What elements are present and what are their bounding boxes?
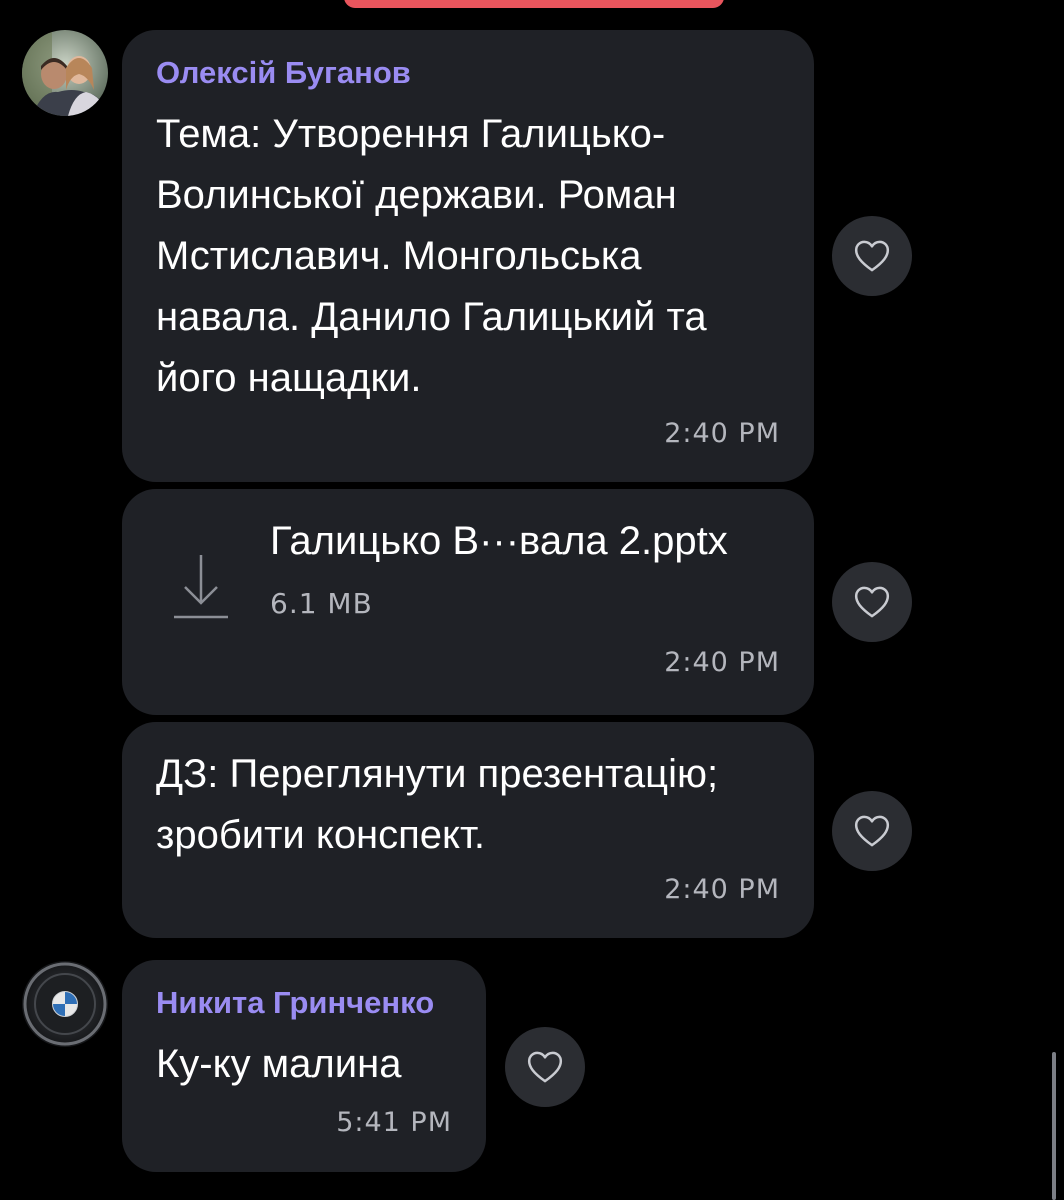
sender-name[interactable]: Олексій Буганов [156, 55, 411, 91]
file-size: 6.1 MB [270, 587, 373, 620]
message-text: Тема: Утворення Галицько-Волинської держ… [156, 112, 707, 400]
message-bubble[interactable]: ДЗ: Переглянути презентацію; зробити кон… [122, 722, 814, 938]
message-text: Ку-ку малина [156, 1042, 402, 1086]
message-timestamp: 2:40 PM [664, 418, 780, 449]
avatar-sender-2[interactable] [22, 961, 108, 1047]
avatar-sender-1[interactable] [22, 30, 108, 116]
reaction-button[interactable] [505, 1027, 585, 1107]
message-bubble[interactable]: Никита Гринченко Ку-ку малина 5:41 PM [122, 960, 486, 1172]
message-timestamp: 2:40 PM [664, 874, 780, 905]
scrollbar[interactable] [1052, 1052, 1056, 1200]
file-name[interactable]: Галицько В···вала 2.pptx [270, 519, 728, 564]
heart-icon [854, 586, 890, 618]
heart-icon [854, 815, 890, 847]
reaction-button[interactable] [832, 791, 912, 871]
reaction-button[interactable] [832, 562, 912, 642]
avatar-photo-icon [22, 30, 108, 116]
sender-name[interactable]: Никита Гринченко [156, 985, 434, 1021]
heart-icon [527, 1051, 563, 1083]
heart-icon [854, 240, 890, 272]
file-message-bubble[interactable]: Галицько В···вала 2.pptx 6.1 MB 2:40 PM [122, 489, 814, 715]
steering-wheel-logo-icon [22, 961, 108, 1047]
message-timestamp: 2:40 PM [664, 647, 780, 678]
top-pill-indicator [344, 0, 724, 8]
message-text: ДЗ: Переглянути презентацію; зробити кон… [156, 752, 719, 857]
reaction-button[interactable] [832, 216, 912, 296]
download-icon[interactable] [172, 551, 230, 621]
message-bubble[interactable]: Олексій Буганов Тема: Утворення Галицько… [122, 30, 814, 482]
message-timestamp: 5:41 PM [336, 1107, 452, 1138]
